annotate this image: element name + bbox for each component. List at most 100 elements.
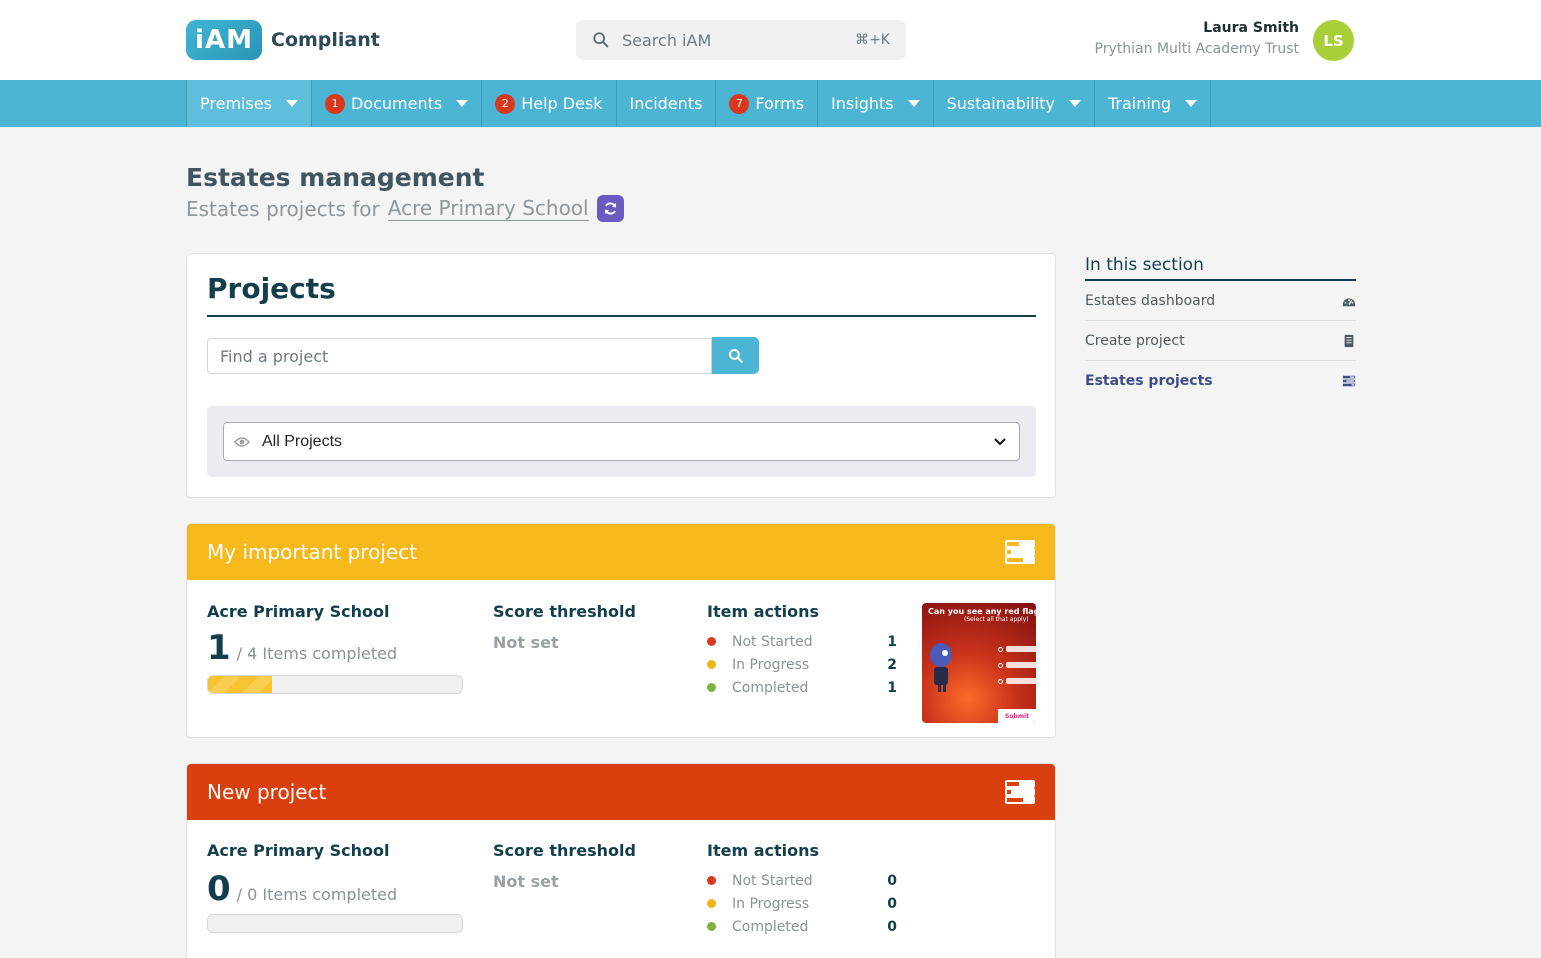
- global-search[interactable]: Search iAM ⌘+K: [576, 20, 906, 60]
- subtitle-prefix: Estates projects for: [186, 196, 380, 221]
- caret-down-icon: [907, 100, 920, 107]
- nav-item-sustainability[interactable]: Sustainability: [934, 80, 1095, 127]
- sidebar-item-label: Create project: [1085, 332, 1185, 349]
- progress-fill: [208, 676, 272, 693]
- action-count: 1: [887, 679, 897, 696]
- status-dot-icon: [707, 660, 716, 669]
- project-thumbnail[interactable]: Can you see any red flag (Select all tha…: [922, 603, 1036, 723]
- score-label: Score threshold: [493, 841, 636, 860]
- notification-badge: 7: [729, 93, 750, 114]
- action-row-in-progress: In Progress 2: [707, 653, 897, 676]
- user-info[interactable]: Laura Smith Prythian Multi Academy Trust: [1095, 20, 1299, 57]
- status-dot-icon: [707, 683, 716, 692]
- search-shortcut: ⌘+K: [855, 32, 890, 48]
- action-label: Completed: [732, 679, 809, 696]
- project-card-header[interactable]: New project: [187, 764, 1055, 820]
- switch-school-button[interactable]: [596, 195, 624, 222]
- score-value: Not set: [493, 633, 559, 652]
- find-project-button[interactable]: [712, 337, 759, 374]
- eye-icon: [234, 436, 250, 447]
- nav-item-label: Help Desk: [521, 94, 603, 113]
- projects-title: Projects: [207, 272, 336, 305]
- nav-item-forms[interactable]: 7 Forms: [716, 80, 819, 127]
- nav-item-help-desk[interactable]: 2 Help Desk: [482, 80, 617, 127]
- caret-down-icon: [1068, 100, 1081, 107]
- notification-badge: 1: [324, 93, 345, 114]
- action-label: Not Started: [732, 872, 813, 889]
- project-filter-select[interactable]: All Projects: [223, 422, 1020, 461]
- status-dot-icon: [707, 922, 716, 931]
- nav-item-training[interactable]: Training: [1095, 80, 1212, 127]
- action-count: 2: [887, 656, 897, 673]
- nav-item-label: Incidents: [629, 94, 703, 113]
- progress-bar: [207, 675, 463, 694]
- item-actions: Item actions Not Started 1 In Progress 2 Com…: [707, 602, 897, 699]
- items-completed: 1 / 4 Items completed: [207, 628, 397, 668]
- action-count: 0: [887, 918, 897, 935]
- find-project-input[interactable]: Find a project: [207, 338, 712, 374]
- character-icon: [930, 643, 952, 692]
- total-items: / 4 Items completed: [236, 644, 398, 663]
- dashboard-icon: [1342, 297, 1356, 306]
- avatar[interactable]: LS: [1313, 20, 1354, 61]
- sidebar-item-estates-dashboard[interactable]: Estates dashboard: [1085, 281, 1356, 321]
- notification-badge: 2: [495, 93, 516, 114]
- project-menu-icon[interactable]: [1005, 780, 1035, 804]
- project-card[interactable]: My important project Acre Primary School…: [186, 523, 1056, 738]
- main-nav: Premises 1 Documents 2 Help Desk Incidents 7 Fo…: [0, 80, 1541, 127]
- thumb-subtitle: (Select all that apply): [964, 616, 1029, 623]
- score-column: Score threshold Not set: [493, 841, 636, 891]
- divider: [207, 315, 1036, 317]
- project-title[interactable]: My important project: [207, 540, 417, 564]
- action-row-not-started: Not Started 1: [707, 630, 897, 653]
- score-value: Not set: [493, 872, 559, 891]
- action-label: In Progress: [732, 895, 810, 912]
- completed-count: 1: [207, 628, 231, 668]
- nav-item-insights[interactable]: Insights: [818, 80, 934, 127]
- school-link[interactable]: Acre Primary School: [387, 196, 589, 221]
- thumb-submit: Submit: [998, 709, 1036, 723]
- total-items: / 0 Items completed: [236, 885, 398, 904]
- nav-item-label: Insights: [831, 94, 894, 113]
- filter-value: All Projects: [262, 432, 343, 450]
- document-icon: [1344, 334, 1354, 347]
- thumb-options: [998, 641, 1036, 689]
- caret-down-icon: [456, 100, 469, 107]
- nav-item-incidents[interactable]: Incidents: [617, 80, 717, 127]
- nav-items: Premises 1 Documents 2 Help Desk Incidents 7 Fo…: [186, 80, 1212, 127]
- project-card-body: Acre Primary School 0 / 0 Items complete…: [187, 820, 1055, 958]
- school-column: Acre Primary School: [207, 841, 390, 860]
- nav-item-premises[interactable]: Premises: [186, 80, 312, 127]
- action-label: Completed: [732, 918, 809, 935]
- project-card[interactable]: New project Acre Primary School 0 / 0 It…: [186, 763, 1056, 958]
- score-label: Score threshold: [493, 602, 636, 621]
- action-label: Not Started: [732, 633, 813, 650]
- logo-mark: iAM: [186, 20, 262, 60]
- item-actions: Item actions Not Started 0 In Progress 0 Com…: [707, 841, 897, 938]
- action-row-completed: Completed 0: [707, 915, 897, 938]
- score-column: Score threshold Not set: [493, 602, 636, 652]
- action-label: In Progress: [732, 656, 810, 673]
- project-title[interactable]: New project: [207, 780, 326, 804]
- action-row-not-started: Not Started 0: [707, 869, 897, 892]
- page-subtitle: Estates projects for Acre Primary School: [186, 195, 624, 222]
- action-row-completed: Completed 1: [707, 676, 897, 699]
- sidebar-item-label: Estates dashboard: [1085, 292, 1216, 309]
- action-count: 1: [887, 633, 897, 650]
- project-menu-icon[interactable]: [1005, 540, 1035, 564]
- sidebar-title: In this section: [1085, 255, 1356, 281]
- completed-count: 0: [207, 869, 231, 909]
- sidebar-item-create-project[interactable]: Create project: [1085, 321, 1356, 361]
- logo[interactable]: iAM Compliant: [186, 20, 380, 60]
- chevron-down-icon: [994, 437, 1006, 445]
- status-dot-icon: [707, 876, 716, 885]
- project-card-header[interactable]: My important project: [187, 524, 1055, 580]
- nav-item-label: Forms: [755, 94, 805, 113]
- search-icon: [593, 32, 609, 48]
- filter-area: All Projects: [207, 406, 1036, 477]
- progress-bar: [207, 914, 463, 933]
- sidebar-item-estates-projects[interactable]: Estates projects: [1085, 361, 1356, 401]
- nav-item-label: Premises: [200, 94, 272, 113]
- nav-item-documents[interactable]: 1 Documents: [312, 80, 483, 127]
- item-actions-label: Item actions: [707, 602, 820, 621]
